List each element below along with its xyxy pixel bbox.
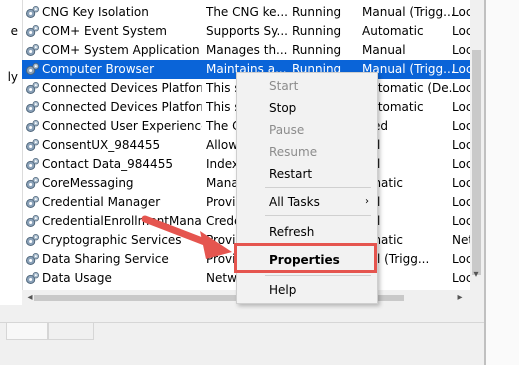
callout-arrow-icon [141, 215, 232, 259]
callout-arrow-head [200, 231, 232, 259]
